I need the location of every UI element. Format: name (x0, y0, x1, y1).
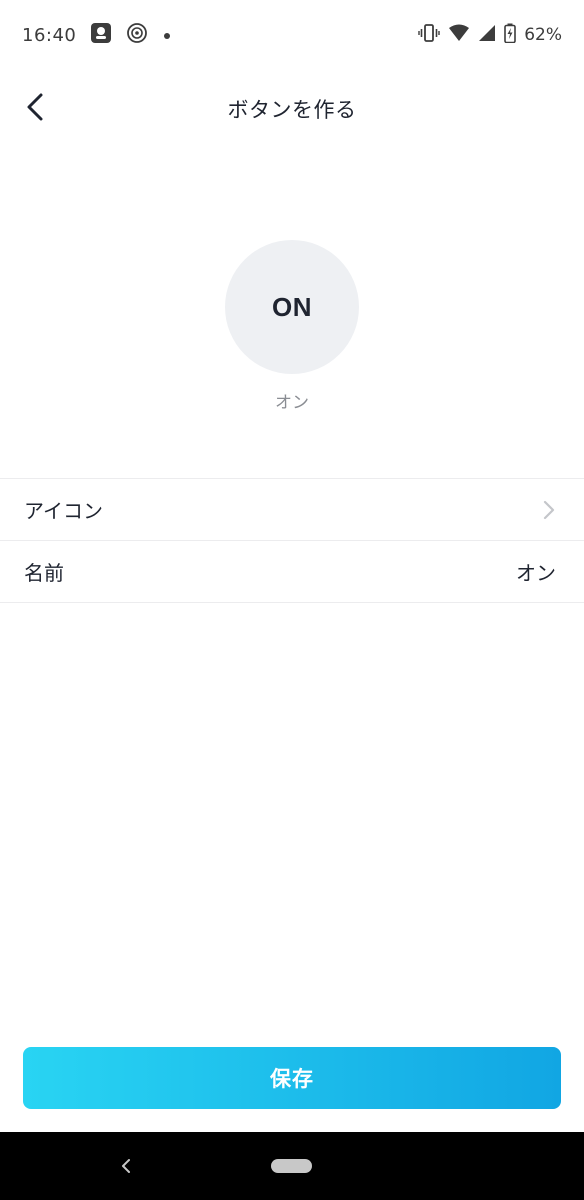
status-time: 16:40 (22, 24, 77, 46)
button-preview-label: オン (275, 393, 309, 413)
signal-icon (478, 24, 496, 46)
button-preview: ON オン (0, 240, 584, 413)
name-row-label: 名前 (24, 561, 64, 585)
vibrate-icon (418, 23, 440, 47)
notification-dot-icon (162, 26, 172, 45)
wifi-icon (448, 24, 470, 46)
status-bar: 16:40 62% (0, 0, 584, 70)
create-button-screen: 16:40 62% ボタンを作る ON オン アイコン 名前 オン 保存 (0, 0, 584, 1200)
assistant-icon (90, 22, 112, 48)
system-nav-bar (0, 1132, 584, 1200)
header: ボタンを作る (0, 70, 584, 148)
battery-charging-icon (504, 23, 517, 47)
podcast-icon (126, 22, 148, 48)
name-row-value: オン (516, 561, 556, 585)
name-row[interactable]: 名前 オン (0, 541, 584, 603)
nav-home-pill[interactable] (271, 1159, 312, 1173)
status-left: 16:40 (22, 22, 172, 48)
chevron-right-icon (542, 500, 556, 520)
status-right: 62% (418, 23, 562, 47)
settings-list: アイコン 名前 オン (0, 478, 584, 603)
page-title: ボタンを作る (227, 98, 357, 122)
icon-row[interactable]: アイコン (0, 479, 584, 541)
back-button[interactable] (16, 90, 54, 128)
button-preview-circle: ON (225, 240, 359, 374)
nav-back-icon[interactable] (114, 1154, 138, 1178)
icon-row-label: アイコン (24, 499, 103, 523)
battery-percent: 62% (524, 25, 562, 45)
button-preview-icon: ON (272, 291, 312, 322)
back-arrow-icon (25, 92, 45, 126)
save-button[interactable]: 保存 (23, 1047, 561, 1109)
